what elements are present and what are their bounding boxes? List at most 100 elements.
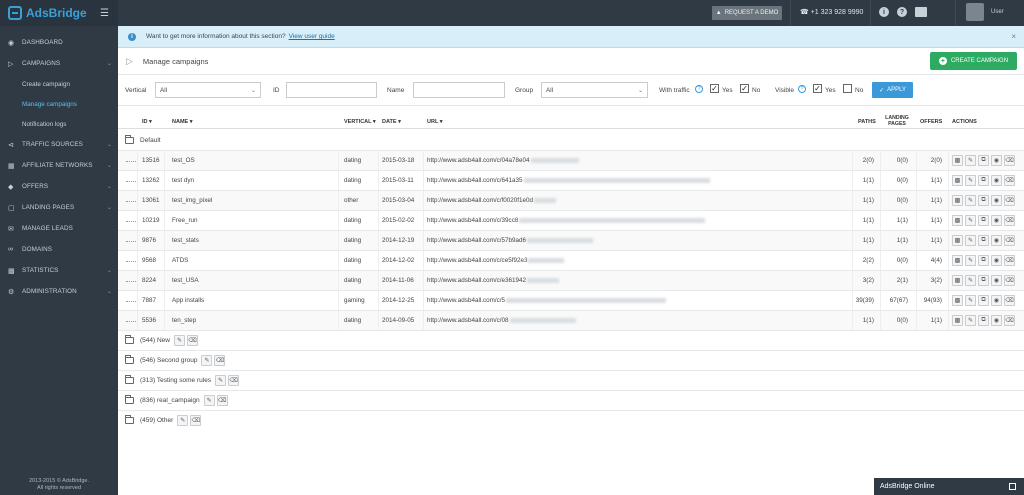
stats-icon[interactable]: ▩ bbox=[952, 175, 963, 186]
edit-icon[interactable]: ✎ bbox=[965, 315, 976, 326]
user-menu[interactable]: User bbox=[991, 9, 1004, 15]
cell-url[interactable]: http://www.adsb4all.com/c/f0020f1e0d bbox=[427, 197, 557, 204]
view-icon[interactable]: ◉ bbox=[991, 295, 1002, 306]
copy-icon[interactable]: ⧉ bbox=[978, 155, 989, 166]
cell-url[interactable]: http://www.adsb4all.com/c/57b9ad6 bbox=[427, 237, 594, 244]
stats-icon[interactable]: ▩ bbox=[952, 215, 963, 226]
traffic-yes-checkbox[interactable]: ✓ bbox=[710, 84, 719, 93]
stats-icon[interactable]: ▩ bbox=[952, 235, 963, 246]
name-input[interactable] bbox=[413, 82, 505, 98]
group-row[interactable]: (836) real_campaign ✎ ⌫ bbox=[118, 390, 1024, 410]
keyboard-icon[interactable] bbox=[915, 7, 927, 17]
cell-url[interactable]: http://www.adsb4all.com/c/08 bbox=[427, 317, 576, 324]
table-row[interactable]: 8224 test_USA dating 2014-11-06 http://www.a… bbox=[118, 270, 1024, 290]
copy-icon[interactable]: ⧉ bbox=[978, 275, 989, 286]
cell-name[interactable]: test_img_pixel bbox=[172, 197, 212, 204]
cell-url[interactable]: http://www.adsb4all.com/c/04a78e04 bbox=[427, 157, 579, 164]
delete-icon[interactable]: ⌫ bbox=[1004, 275, 1015, 286]
avatar[interactable] bbox=[966, 3, 984, 21]
delete-icon[interactable]: ⌫ bbox=[1004, 295, 1015, 306]
edit-icon[interactable]: ✎ bbox=[965, 295, 976, 306]
stats-icon[interactable]: ▩ bbox=[952, 255, 963, 266]
stats-icon[interactable]: ▩ bbox=[952, 195, 963, 206]
traffic-no-checkbox[interactable]: ✓ bbox=[740, 84, 749, 93]
copy-icon[interactable]: ⧉ bbox=[978, 255, 989, 266]
create-campaign-button[interactable]: + CREATE CAMPAIGN bbox=[930, 52, 1017, 70]
edit-icon[interactable]: ✎ bbox=[965, 255, 976, 266]
delete-icon[interactable]: ⌫ bbox=[1004, 215, 1015, 226]
edit-icon[interactable]: ✎ bbox=[965, 195, 976, 206]
sidebar-subitem-manage-campaigns[interactable]: Manage campaigns bbox=[0, 94, 118, 114]
sidebar-item-offers[interactable]: ◆ OFFERS ⌄ bbox=[0, 176, 118, 197]
copy-icon[interactable]: ⧉ bbox=[978, 175, 989, 186]
delete-icon[interactable]: ⌫ bbox=[1004, 195, 1015, 206]
edit-icon[interactable]: ✎ bbox=[965, 215, 976, 226]
stats-icon[interactable]: ▩ bbox=[952, 155, 963, 166]
view-icon[interactable]: ◉ bbox=[991, 315, 1002, 326]
copy-icon[interactable]: ⧉ bbox=[978, 215, 989, 226]
table-row[interactable]: 13061 test_img_pixel other 2015-03-04 http:/… bbox=[118, 190, 1024, 210]
stats-icon[interactable]: ▩ bbox=[952, 275, 963, 286]
cell-name[interactable]: test_stats bbox=[172, 237, 199, 244]
edit-icon[interactable]: ✎ bbox=[215, 375, 227, 386]
col-url[interactable]: URL ▾ bbox=[427, 119, 443, 125]
group-row[interactable]: (544) New ✎ ⌫ bbox=[118, 330, 1024, 350]
edit-icon[interactable]: ✎ bbox=[965, 275, 976, 286]
group-row[interactable]: (546) Second group ✎ ⌫ bbox=[118, 350, 1024, 370]
stats-icon[interactable]: ▩ bbox=[952, 295, 963, 306]
table-row[interactable]: 10219 Free_run dating 2015-02-02 http://www.… bbox=[118, 210, 1024, 230]
table-row[interactable]: 13262 test dyn dating 2015-03-11 http://www.… bbox=[118, 170, 1024, 190]
edit-icon[interactable]: ✎ bbox=[203, 395, 215, 406]
edit-icon[interactable]: ✎ bbox=[965, 155, 976, 166]
cell-url[interactable]: http://www.adsb4all.com/c/e361942 bbox=[427, 277, 560, 284]
table-row[interactable]: 13516 test_OS dating 2015-03-18 http://www.a… bbox=[118, 150, 1024, 170]
copy-icon[interactable]: ⧉ bbox=[978, 295, 989, 306]
vertical-select[interactable]: All ⌄ bbox=[155, 82, 261, 98]
visible-yes-checkbox[interactable]: ✓ bbox=[813, 84, 822, 93]
id-input[interactable] bbox=[286, 82, 377, 98]
sidebar-item-administration[interactable]: ⚙ ADMINISTRATION ⌄ bbox=[0, 281, 118, 302]
info-icon[interactable]: i bbox=[879, 7, 889, 17]
col-date[interactable]: DATE ▾ bbox=[382, 119, 401, 125]
view-icon[interactable]: ◉ bbox=[991, 195, 1002, 206]
help-icon[interactable]: ? bbox=[798, 85, 806, 93]
delete-icon[interactable]: ⌫ bbox=[1004, 255, 1015, 266]
view-icon[interactable]: ◉ bbox=[991, 275, 1002, 286]
view-icon[interactable]: ◉ bbox=[991, 235, 1002, 246]
cell-name[interactable]: test dyn bbox=[172, 177, 194, 184]
group-default[interactable]: Default bbox=[118, 130, 1024, 150]
cell-name[interactable]: ATDS bbox=[172, 257, 188, 264]
user-guide-link[interactable]: View user guide bbox=[289, 33, 335, 40]
sidebar-subitem-create-campaign[interactable]: Create campaign bbox=[0, 74, 118, 94]
cell-url[interactable]: http://www.adsb4all.com/c/39cc8 bbox=[427, 217, 706, 224]
col-name[interactable]: NAME ▾ bbox=[172, 119, 193, 125]
sidebar-item-domains[interactable]: ∞ DOMAINS bbox=[0, 239, 118, 260]
delete-icon[interactable]: ⌫ bbox=[190, 415, 202, 426]
delete-icon[interactable]: ⌫ bbox=[216, 395, 228, 406]
sidebar-subitem-notification-logs[interactable]: Notification logs bbox=[0, 114, 118, 134]
sidebar-item-traffic-sources[interactable]: ⊲ TRAFFIC SOURCES ⌄ bbox=[0, 134, 118, 155]
col-id[interactable]: ID ▾ bbox=[142, 119, 152, 125]
edit-icon[interactable]: ✎ bbox=[201, 355, 213, 366]
copy-icon[interactable]: ⧉ bbox=[978, 315, 989, 326]
delete-icon[interactable]: ⌫ bbox=[228, 375, 240, 386]
copy-icon[interactable]: ⧉ bbox=[978, 235, 989, 246]
maximize-icon[interactable] bbox=[1009, 483, 1016, 490]
group-row[interactable]: (459) Other ✎ ⌫ bbox=[118, 410, 1024, 430]
delete-icon[interactable]: ⌫ bbox=[214, 355, 226, 366]
group-row[interactable]: (313) Testing some rules ✎ ⌫ bbox=[118, 370, 1024, 390]
chat-widget[interactable]: AdsBridge Online bbox=[874, 478, 1024, 495]
apply-button[interactable]: ✓ APPLY bbox=[872, 82, 913, 98]
edit-icon[interactable]: ✎ bbox=[173, 335, 185, 346]
delete-icon[interactable]: ⌫ bbox=[1004, 315, 1015, 326]
table-row[interactable]: 7887 App installs gaming 2014-12-25 http://w… bbox=[118, 290, 1024, 310]
cell-name[interactable]: Free_run bbox=[172, 217, 198, 224]
edit-icon[interactable]: ✎ bbox=[965, 235, 976, 246]
table-row[interactable]: 9568 ATDS dating 2014-12-02 http://www.adsb4… bbox=[118, 250, 1024, 270]
delete-icon[interactable]: ⌫ bbox=[1004, 235, 1015, 246]
cell-url[interactable]: http://www.adsb4all.com/c/5 bbox=[427, 297, 667, 304]
cell-name[interactable]: test_USA bbox=[172, 277, 199, 284]
sidebar-item-dashboard[interactable]: ◉ DASHBOARD bbox=[0, 32, 118, 53]
table-row[interactable]: 9876 test_stats dating 2014-12-19 http://www… bbox=[118, 230, 1024, 250]
delete-icon[interactable]: ⌫ bbox=[1004, 155, 1015, 166]
